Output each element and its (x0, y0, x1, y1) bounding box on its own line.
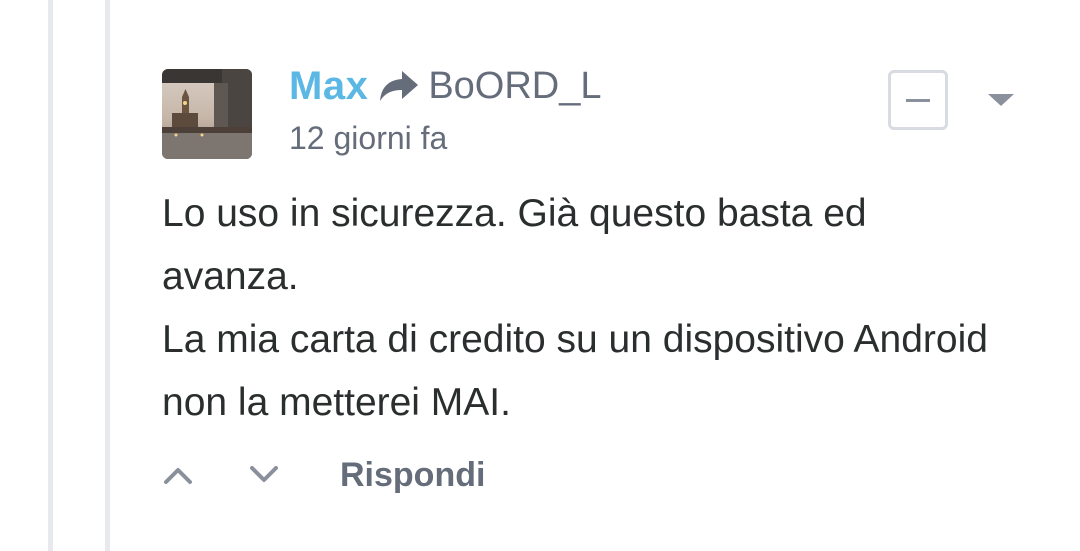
comment-meta: Max BoORD_L 12 giorni fa (289, 58, 602, 157)
comment-paragraph: Lo uso in sicurezza. Già questo basta ed… (162, 192, 867, 298)
comment-thread: Max BoORD_L 12 giorni fa Lo uso in sicur… (0, 0, 1080, 551)
thread-line-inner (105, 0, 110, 551)
chevron-up-icon[interactable] (162, 460, 194, 490)
avatar[interactable] (162, 69, 252, 159)
reply-arrow-icon (378, 69, 420, 103)
comment-paragraph: La mia carta di credito su un dispositiv… (162, 318, 988, 424)
caret-down-icon[interactable] (988, 94, 1014, 106)
comment-body: Lo uso in sicurezza. Già questo basta ed… (162, 182, 1012, 434)
chevron-down-icon[interactable] (248, 460, 280, 490)
collapse-button[interactable] (888, 70, 948, 130)
timestamp[interactable]: 12 giorni fa (289, 120, 602, 157)
author-row: Max BoORD_L (289, 58, 602, 114)
reply-button[interactable]: Rispondi (340, 456, 485, 495)
author-name[interactable]: Max (289, 64, 368, 109)
reply-to-user[interactable]: BoORD_L (428, 65, 601, 108)
thread-line-outer (48, 0, 53, 551)
minus-icon (906, 98, 930, 102)
comment-actions: Rispondi (162, 450, 485, 500)
